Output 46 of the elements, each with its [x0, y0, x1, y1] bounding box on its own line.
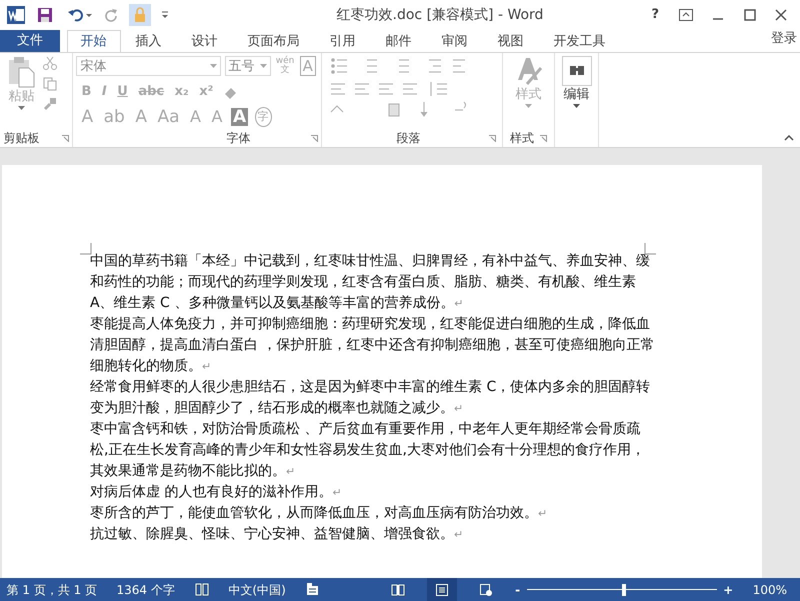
ribbon-tab[interactable]: 审阅 [426, 30, 482, 52]
ribbon-display-icon[interactable] [678, 9, 692, 21]
ribbon-tab[interactable]: 视图 [482, 30, 538, 52]
maximize-icon[interactable] [744, 9, 756, 21]
web-layout-icon [479, 582, 494, 596]
customize-caret-icon[interactable] [160, 10, 168, 20]
help-button[interactable]: ? [651, 5, 659, 25]
ribbon-tab[interactable]: 开始 [66, 30, 120, 52]
proofing-book-icon[interactable] [194, 583, 209, 596]
language-status[interactable]: 中文(中国) [228, 580, 286, 598]
zoom-out-button[interactable]: - [515, 580, 520, 598]
word-count[interactable]: 1364 个字 [116, 580, 175, 598]
ribbon-tab[interactable]: 页面布局 [232, 30, 314, 52]
macro-icon[interactable] [306, 583, 319, 596]
margin-corner-mark [644, 243, 656, 255]
view-button[interactable] [427, 578, 458, 601]
zoom-slider-thumb[interactable] [622, 584, 626, 596]
paragraph: 枣所含的芦丁，能使血管软化，从而降低血压，对高血压病有防治功效。↵ [90, 504, 548, 523]
paragraph: 经常食用鲜枣的人很少患胆结石，这是因为鲜枣中丰富的维生素 C，使体内多余的胆固醇转变为胆汁酸，胆固醇少了，结石形成的概率也就随之减少。↵ [90, 378, 652, 418]
group-label: 样式 [510, 130, 534, 147]
margin-corner-mark [80, 243, 92, 255]
ribbon-tab[interactable]: 插入 [120, 30, 176, 52]
ribbon-tab[interactable]: 设计 [176, 30, 232, 52]
print-layout-icon [435, 582, 450, 596]
zoom-level[interactable]: 100% [752, 580, 787, 598]
read-mode-icon [391, 582, 406, 596]
window-title: 红枣功效.doc [兼容模式] - Word [336, 6, 544, 24]
paragraph: 对病后体虚 的人也有良好的滋补作用。↵ [90, 483, 343, 502]
group-label: 字体 [226, 130, 250, 147]
file-tab[interactable]: 文件 [0, 30, 60, 52]
group-label: 剪贴板 [3, 130, 40, 147]
paragraph: 枣中富含钙和铁，对防治骨质疏松 、产后贫血有重要作用，中老年人更年期经常会骨质疏松,正在生长发育高峰的青少年和女性容易发生贫血,大枣对他们会有十分理想的食疗作用，其效果通常是药物不能比拟的。↵ [90, 420, 646, 481]
sign-in-link[interactable]: 登录 [770, 29, 797, 49]
paragraph: 中国的草药书籍「本经」中记载到，红枣味甘性温、归脾胃经，有补中益气、养血安神、缓和药性的功能；而现代的药理学则发现，红枣含有蛋白质、脂肪、糖类、有机酸、维生素 A、维生素 C 、多种微量钙以及氨基酸等丰富的营养成份。↵ [90, 252, 651, 313]
word-logo-icon[interactable] [6, 6, 24, 24]
save-icon[interactable] [36, 7, 52, 23]
close-icon[interactable] [775, 9, 787, 21]
ribbon-tab[interactable]: 邮件 [370, 30, 426, 52]
paragraph: 抗过敏、除腥臭、怪味、宁心安神、益智健脑、增强食欲。↵ [90, 525, 464, 544]
group-label: 段落 [396, 130, 420, 147]
ribbon-tab[interactable]: 开发工具 [538, 30, 620, 52]
undo-icon[interactable] [66, 7, 92, 23]
ribbon-tab[interactable]: 引用 [314, 30, 370, 52]
page-count[interactable]: 第 1 页，共 1 页 [6, 580, 98, 598]
paragraph: 枣能提高人体免疫力，并可抑制癌细胞：药理研究发现，红枣能促进白细胞的生成，降低血清胆固醇，提高血清白蛋白 ，保护肝脏，红枣中还含有抑制癌细胞，甚至可使癌细胞向正常细胞转化的物质。↵ [90, 315, 656, 376]
zoom-in-button[interactable]: + [723, 580, 734, 598]
